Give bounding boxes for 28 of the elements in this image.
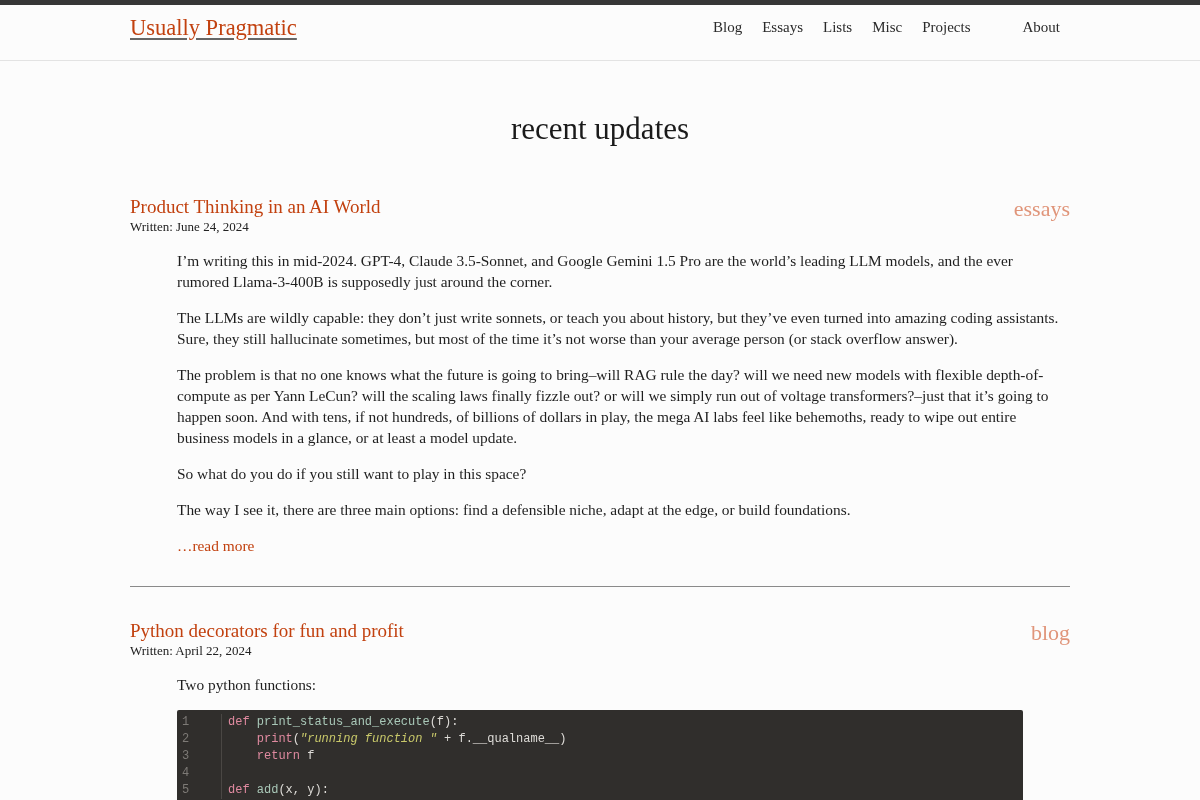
code-line: def print_status_and_execute(f): <box>228 714 460 731</box>
post-date: Written: June 24, 2024 <box>130 219 250 235</box>
line-number: 5 <box>182 782 191 799</box>
line-number: 2 <box>182 731 191 748</box>
paragraph: The LLMs are wildly capable: they don’t just write sonnets, or teach you about history, but they’ve even turned into amazing coding assistants. Sure, they still hallucinate sometimes, but most of the time it’s not worse than your average person (or stack overflow answer). <box>177 308 1060 349</box>
nav-link[interactable]: Projects <box>912 19 981 36</box>
post-title[interactable]: Python decorators for fun and profit <box>130 619 404 643</box>
line-number: 4 <box>182 765 191 782</box>
post-title[interactable]: Product Thinking in an AI World <box>130 195 381 219</box>
code-line: return f <box>255 748 316 765</box>
nav-link[interactable]: Blog <box>702 19 753 36</box>
paragraph: The problem is that no one knows what the future is going to bring–will RAG rule the day? will we need new models with flexible depth-of-compute as per Yann LeCun? will the scaling laws finally fizzle out? or will we simply run out of voltage transformers?–just that it’s going to happen soon. And with tens, if not hundreds, of billions of dollars in play, the mega AI labs feel like behemoths, ready to wipe out entire business models in a glance, or at least a model update. <box>177 365 1050 448</box>
nav-link[interactable]: Essays <box>752 19 813 36</box>
nav-link[interactable]: About <box>1012 19 1070 36</box>
site-title[interactable]: Usually Pragmatic <box>130 14 297 41</box>
paragraph: The way I see it, there are three main options: find a defensible niche, adapt at the edge, or build foundations. <box>177 500 852 520</box>
page-heading: recent updates <box>509 111 691 147</box>
paragraph: Two python functions: <box>177 675 318 695</box>
nav-link[interactable]: Lists <box>813 19 863 36</box>
paragraph: So what do you do if you still want to play in this space? <box>177 464 528 484</box>
line-number: 1 <box>182 714 191 731</box>
code-line: print("running function " + f.__qualname__) <box>255 731 567 748</box>
paragraph: I’m writing this in mid-2024. GPT-4, Claude 3.5-Sonnet, and Google Gemini 1.5 Pro are the world’s leading LLM models, and the ever rumored Llama-3-400B is supposedly just around the corner. <box>177 251 1014 292</box>
read-more-link[interactable]: …read more <box>177 535 255 556</box>
post-date: Written: April 22, 2024 <box>130 643 253 659</box>
code-line: def add(x, y): <box>228 782 330 799</box>
nav-link[interactable]: Misc <box>862 19 913 36</box>
line-number: 3 <box>182 748 191 765</box>
